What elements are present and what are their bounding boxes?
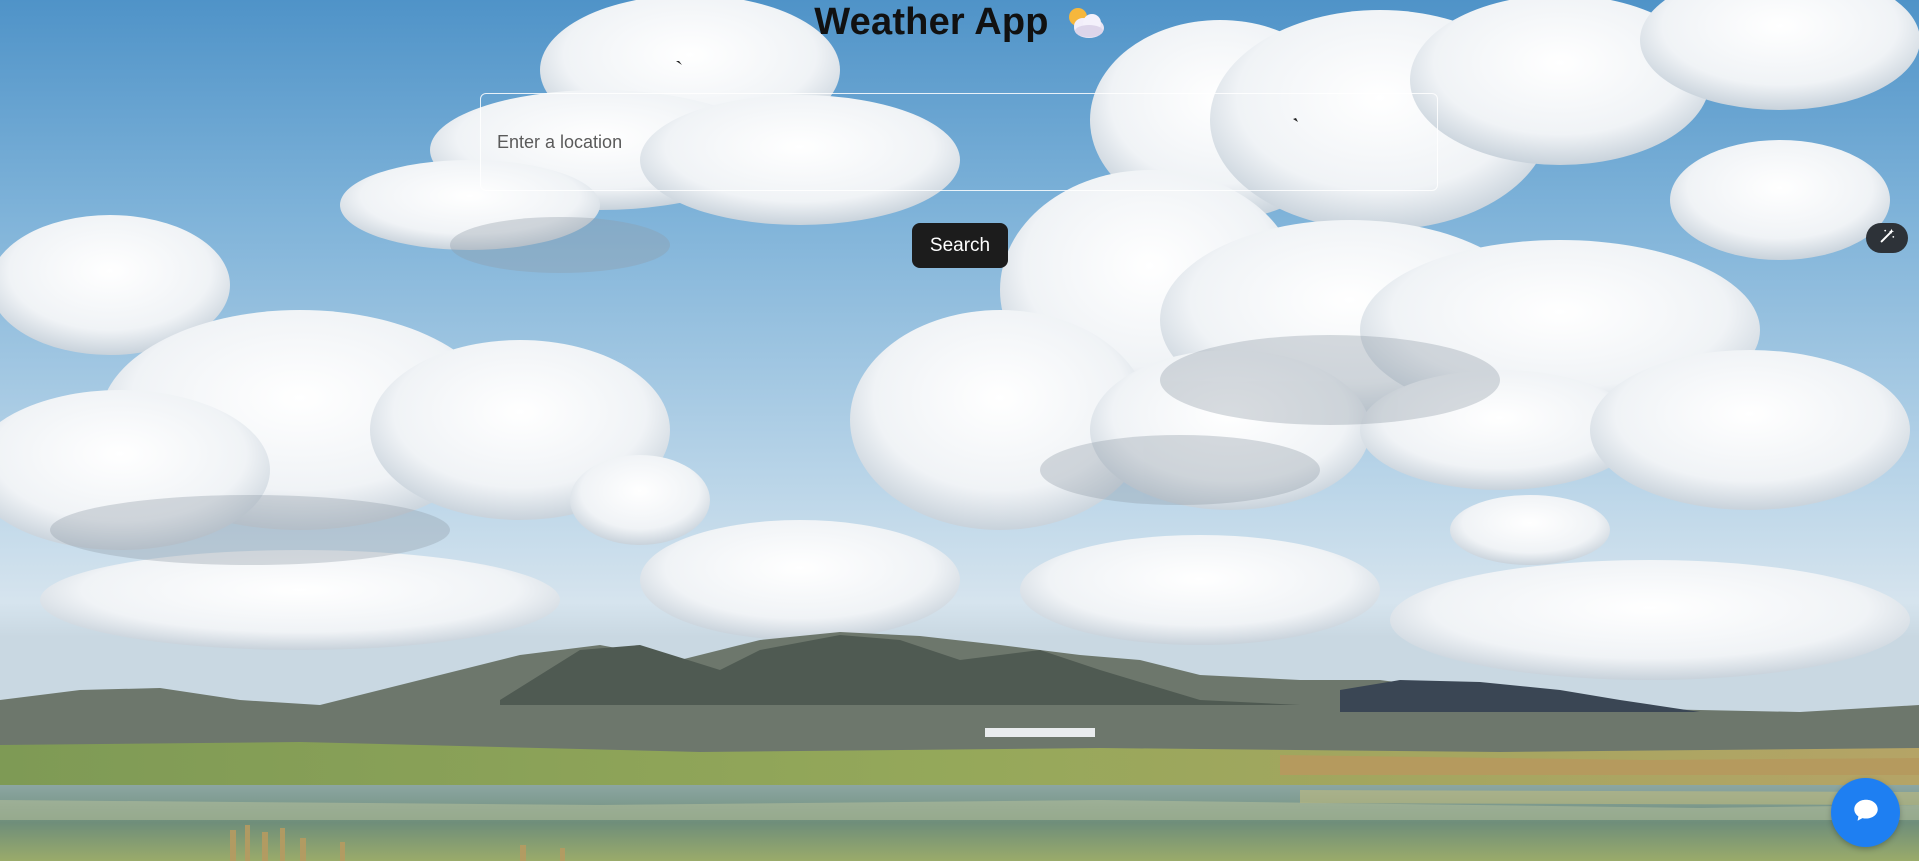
- magic-tool-button[interactable]: [1866, 223, 1908, 253]
- chat-bubble-icon: [1851, 795, 1881, 830]
- header: Weather App: [0, 0, 1919, 44]
- weather-app-page: Weather App Search: [0, 0, 1919, 861]
- search-button[interactable]: Search: [912, 223, 1008, 268]
- app-title: Weather App: [814, 0, 1049, 43]
- location-input[interactable]: [481, 94, 1437, 190]
- chat-button[interactable]: [1831, 778, 1900, 847]
- magic-wand-icon: [1878, 227, 1896, 250]
- sun-behind-cloud-icon: [1063, 4, 1105, 40]
- search-box: [480, 93, 1438, 191]
